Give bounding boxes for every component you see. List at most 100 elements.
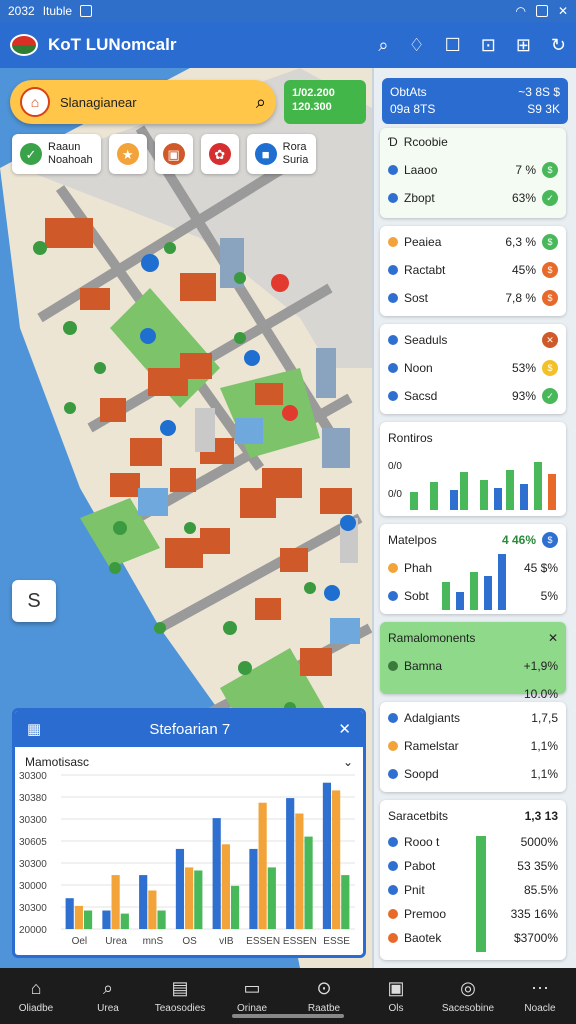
search-text: Slanagianear (60, 94, 137, 110)
nav-label: Raatbe (307, 1003, 341, 1014)
app-bar: KoT LUNomcalr ⌕ ♢ ☐ ⊡ ⊞ ↻ (0, 22, 576, 68)
battery-icon (535, 5, 548, 17)
x-tick-label: OS (182, 936, 197, 947)
chip-raaun[interactable]: ✓ Raaun Noahoah (12, 134, 101, 174)
nav-label: Teaosodies (154, 1003, 206, 1014)
bar (83, 910, 93, 929)
status-icon: ✕ (542, 332, 558, 348)
row-value: 10.0% (523, 687, 558, 701)
stat-card[interactable]: Ramalomonents ✕ Bamna +1,9% 10.0% (380, 622, 566, 701)
nav-search[interactable]: ⌕ Urea (76, 978, 140, 1014)
pin-icon (388, 165, 398, 175)
chevron-down-icon[interactable]: ⌄ (343, 755, 353, 769)
search-icon[interactable]: ⌕ (378, 35, 388, 56)
x-tick-label: ESSEN (246, 936, 280, 947)
status-icon: $ (542, 162, 558, 178)
stat-card[interactable]: Saracetbits 1,3 13 Rooo t 5000% Pabot 53 35… (380, 800, 566, 960)
mail-icon[interactable]: ⊞ (516, 35, 531, 56)
stat-card[interactable]: Peaiea 6,3 % $ Ractabt 45% $ Sost 7,8 % $ (380, 226, 566, 316)
x-tick-label: ESSE (323, 936, 350, 947)
row-label: Sacsd (404, 389, 438, 403)
chip-settings[interactable]: ✿ (200, 134, 239, 174)
y-tick-label: 30605 (19, 837, 47, 848)
close-icon[interactable]: ✕ (558, 4, 568, 18)
header-label-2: 09a 8TS (390, 102, 436, 116)
row-label: Pabot (404, 859, 436, 873)
pin-icon (388, 363, 398, 373)
x-tick-label: mnS (143, 936, 164, 947)
pin-icon (388, 193, 398, 203)
mini-chart (410, 462, 556, 510)
search-icon[interactable]: ⌕ (256, 92, 266, 113)
pin-icon (388, 769, 398, 779)
menu-icon: ⋯ (531, 978, 549, 998)
y-tick-label: 30300 (19, 859, 47, 870)
row-label: Zbopt (404, 191, 435, 205)
nav-label: Urea (97, 1003, 119, 1014)
stat-card[interactable]: Rontiros 0/0 0/0 (380, 422, 566, 516)
nav-home[interactable]: ⌂ Oliadbe (4, 978, 68, 1014)
row-value: 1,7,5 (531, 711, 558, 725)
nav-calendar[interactable]: ▤ Teaosodies (148, 978, 212, 1014)
status-icon: ✓ (542, 190, 558, 206)
refresh-icon[interactable]: ↻ (551, 35, 566, 56)
x-tick-label: Oel (72, 936, 88, 947)
chip-map[interactable]: ▣ (154, 134, 193, 174)
chip-star[interactable]: ★ (108, 134, 147, 174)
home-indicator[interactable] (232, 1014, 344, 1018)
nav-label: Orinae (236, 1003, 267, 1014)
chart-icon[interactable]: ⊡ (481, 35, 496, 56)
card-title: Saracetbits (388, 809, 449, 823)
row-label: Sobt (404, 589, 429, 603)
bell-icon[interactable]: ♢ (408, 35, 424, 56)
bar (212, 818, 221, 929)
folder-icon: ■ (254, 143, 277, 165)
pin-icon (388, 909, 398, 919)
nav-label: Noacle (524, 1003, 556, 1014)
chart-subtitle: Mamotisasc (25, 755, 90, 769)
search-bar[interactable]: ⌂ Slanagianear ⌕ (10, 80, 276, 124)
nav-label: Oliadbe (18, 1003, 54, 1014)
stat-card[interactable]: Adalgiants 1,7,5 Ramelstar 1,1% Soopd 1,1% (380, 702, 566, 792)
chip-label: Rora (282, 141, 307, 153)
chip-label: Raaun (48, 141, 81, 153)
nav-download[interactable]: ⊙ Raatbe (292, 978, 356, 1014)
stat-card[interactable]: Seaduls ✕ Noon 53% $ Sacsd 93% ✓ (380, 324, 566, 414)
row-label: 0/0 (388, 488, 402, 500)
close-icon[interactable]: ✕ (548, 631, 558, 645)
note-icon[interactable]: ☐ (445, 35, 461, 56)
floating-button[interactable]: S (12, 580, 56, 622)
pin-icon (388, 661, 398, 671)
row-value: 5% (540, 589, 558, 603)
nav-stats[interactable]: ◎ Sacesobine (436, 978, 500, 1014)
bar (194, 870, 203, 929)
pin-icon (388, 265, 398, 275)
row-value: 53 35% (517, 859, 558, 873)
calendar-icon: ▤ (171, 978, 189, 998)
stat-card[interactable]: Matelpos 4 46% $ Phah 45 $% Sobt 5% (380, 524, 566, 614)
y-tick-label: 30380 (19, 793, 47, 804)
chip-rora[interactable]: ■ Rora Suria (246, 134, 317, 174)
pin-icon (388, 741, 398, 751)
row-value: 335 16% (510, 907, 558, 921)
status-icon: $ (542, 234, 558, 250)
star-icon: ★ (116, 143, 139, 165)
pin-icon (388, 391, 398, 401)
nav-box[interactable]: ▣ Ols (364, 978, 428, 1014)
row-value: 53% (511, 361, 536, 375)
nav-menu[interactable]: ⋯ Noacle (508, 978, 572, 1014)
close-icon[interactable]: ✕ (338, 720, 351, 738)
check-icon: ✓ (20, 143, 42, 165)
avatar: ⌂ (20, 87, 50, 117)
bar (249, 848, 258, 929)
row-value: $3700% (513, 931, 558, 945)
row-value: 45% (511, 263, 536, 277)
bar (157, 910, 166, 929)
app-notification-icon (80, 5, 93, 17)
stat-card[interactable]: Ɗ Rcoobie Laaoo 7 % $ Zbopt 63% ✓ (380, 128, 566, 218)
row-value: 45 $% (523, 561, 558, 575)
nav-flag[interactable]: ▭ Orinae (220, 978, 284, 1014)
row-label: Ractabt (404, 263, 446, 277)
row-label: Bamna (404, 659, 443, 673)
y-tick-label: 30300 (19, 903, 47, 914)
